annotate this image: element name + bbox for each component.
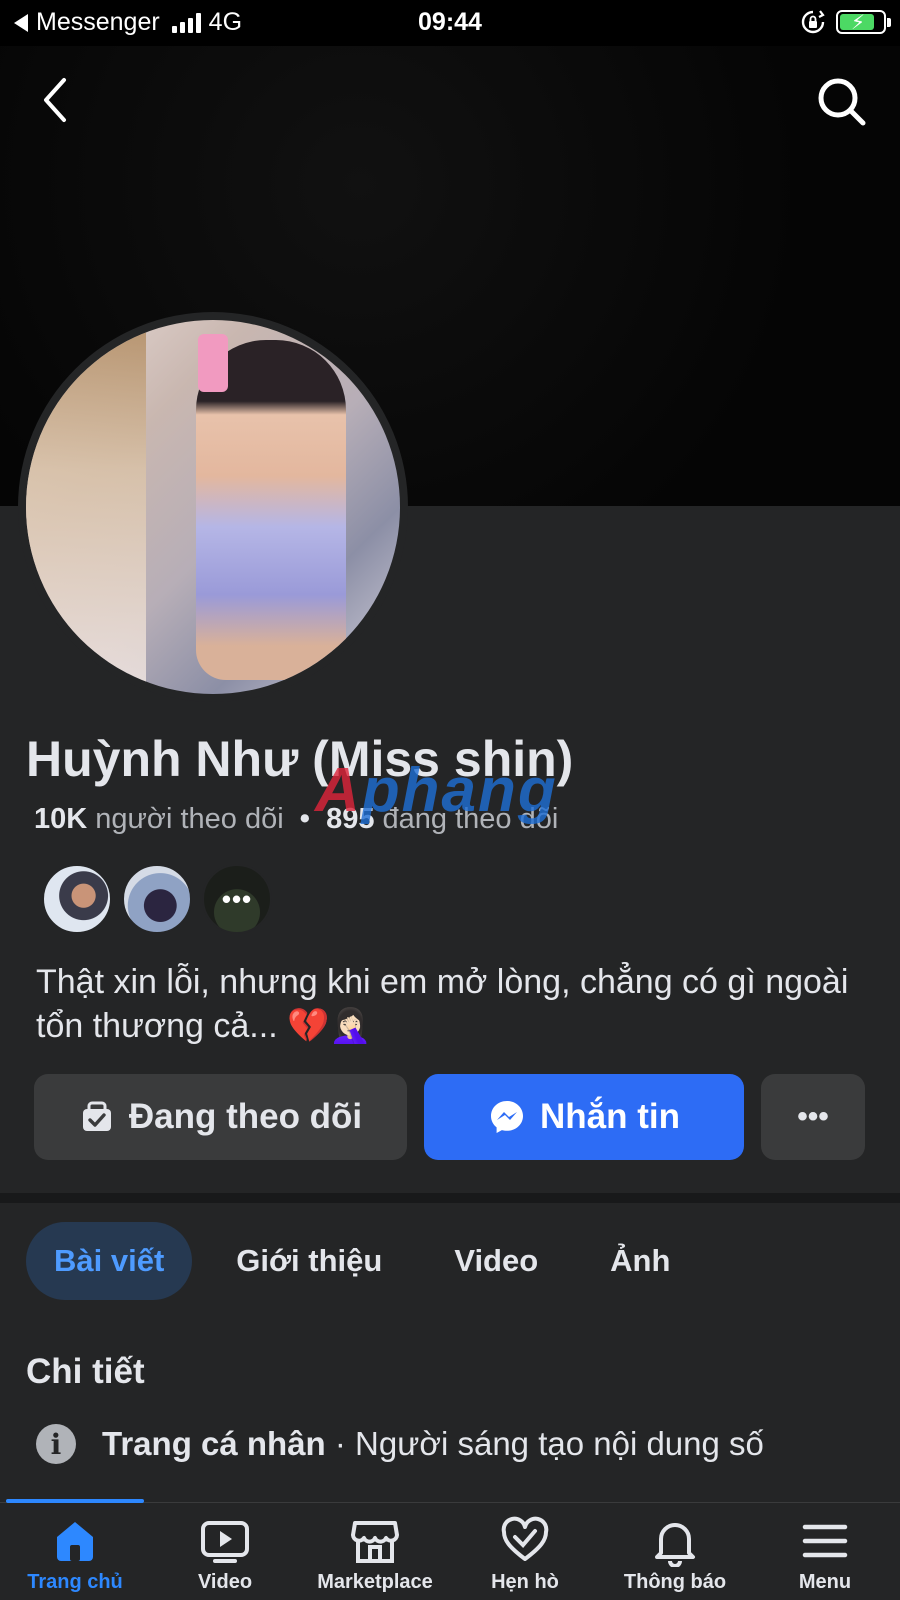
nav-video-label: Video xyxy=(197,1571,253,1593)
active-tab-indicator xyxy=(6,1499,144,1503)
video-icon xyxy=(201,1521,249,1563)
detail-row-profile-type: i Trang cá nhân · Người sáng tạo nội dun… xyxy=(36,1424,764,1464)
tab-photos[interactable]: Ảnh xyxy=(582,1222,698,1300)
profile-tabs: Bài viết Giới thiệu Video Ảnh xyxy=(26,1222,714,1300)
section-divider xyxy=(0,1193,900,1203)
message-button[interactable]: Nhắn tin xyxy=(424,1074,744,1160)
nav-video[interactable]: Video xyxy=(150,1503,300,1600)
more-options-button[interactable]: ••• xyxy=(761,1074,865,1160)
nav-menu[interactable]: Menu xyxy=(750,1503,900,1600)
nav-home-label: Trang chủ xyxy=(27,1571,123,1593)
nav-marketplace[interactable]: Marketplace xyxy=(300,1503,450,1600)
tab-about[interactable]: Giới thiệu xyxy=(208,1222,410,1300)
followers-label: người theo dõi xyxy=(95,803,284,835)
nav-menu-label: Menu xyxy=(798,1571,852,1593)
home-icon xyxy=(57,1522,93,1561)
more-dots-icon: ••• xyxy=(797,1100,829,1133)
tab-videos[interactable]: Video xyxy=(426,1222,566,1300)
status-right: ⚡ xyxy=(800,9,891,35)
back-arrow-icon[interactable] xyxy=(34,74,82,126)
marketplace-icon xyxy=(351,1521,399,1563)
watermark-logo: Aphang xyxy=(315,756,558,825)
profile-bio: Thật xin lỗi, nhưng khi em mở lòng, chẳn… xyxy=(36,963,849,1045)
details-title: Chi tiết xyxy=(26,1352,145,1391)
more-friends-avatar[interactable]: ••• xyxy=(202,864,272,934)
info-icon: i xyxy=(36,1424,76,1464)
nav-notifications-label: Thông báo xyxy=(623,1571,727,1593)
nav-marketplace-label: Marketplace xyxy=(317,1571,433,1593)
nav-dating-label: Hẹn hò xyxy=(491,1571,559,1593)
dating-heart-icon xyxy=(501,1516,549,1561)
battery-icon: ⚡ xyxy=(836,10,891,34)
profile-avatar[interactable] xyxy=(18,312,408,702)
detail-rest: · Người sáng tạo nội dung số xyxy=(325,1425,764,1462)
nav-notifications[interactable]: Thông báo xyxy=(600,1503,750,1600)
detail-bold: Trang cá nhân xyxy=(102,1425,326,1462)
friend-avatar[interactable] xyxy=(122,864,192,934)
following-check-icon xyxy=(82,1101,111,1131)
tab-posts[interactable]: Bài viết xyxy=(26,1222,193,1300)
following-button[interactable]: Đang theo dõi xyxy=(34,1074,407,1160)
detail-text: Trang cá nhân · Người sáng tạo nội dung … xyxy=(102,1425,764,1463)
stats-separator: • xyxy=(299,803,310,835)
messenger-icon xyxy=(491,1101,523,1133)
bottom-nav: Trang chủ Video Marketplace Hẹn hò Thông… xyxy=(0,1499,900,1600)
bell-icon xyxy=(655,1523,695,1567)
friend-avatar[interactable] xyxy=(42,864,112,934)
nav-dating[interactable]: Hẹn hò xyxy=(450,1503,600,1600)
search-icon[interactable] xyxy=(814,74,868,128)
menu-icon xyxy=(802,1524,848,1558)
avatar-photo xyxy=(26,320,400,694)
nav-home[interactable]: Trang chủ xyxy=(0,1503,150,1600)
following-label: Đang theo dõi xyxy=(128,1097,363,1136)
message-label: Nhắn tin xyxy=(540,1097,680,1136)
orientation-lock-icon xyxy=(801,10,825,34)
status-bar: Messenger 4G 09:44 ⚡ xyxy=(0,0,900,46)
followers-count: 10K xyxy=(34,803,88,835)
mutual-friends[interactable]: ••• xyxy=(42,864,272,934)
status-time: 09:44 xyxy=(418,8,482,36)
